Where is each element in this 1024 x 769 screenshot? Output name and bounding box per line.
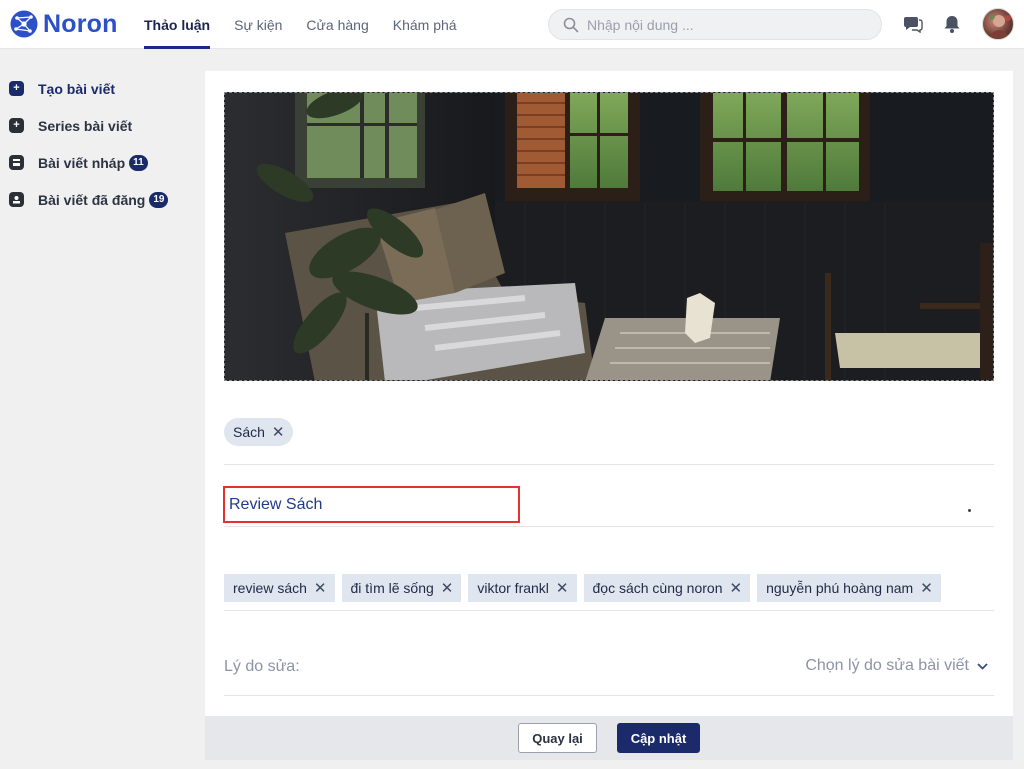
edit-reason-label: Lý do sửa: bbox=[224, 658, 300, 675]
chip-label: nguyễn phú hoàng nam bbox=[766, 580, 914, 596]
logo-text: Noron bbox=[43, 9, 118, 38]
divider bbox=[224, 464, 994, 465]
chip-label: review sách bbox=[233, 580, 307, 596]
sidebar-item-published[interactable]: Bài viết đã đăng 19 bbox=[0, 181, 200, 218]
title-text: Review Sách bbox=[229, 495, 323, 513]
title-input[interactable]: Review Sách bbox=[223, 486, 520, 523]
cover-image[interactable] bbox=[224, 92, 994, 381]
published-count-badge: 19 bbox=[149, 191, 169, 208]
category-chip: Sách ✕ bbox=[224, 418, 293, 446]
edit-reason-placeholder: Chọn lý do sửa bài viết bbox=[805, 657, 969, 674]
logo[interactable]: Noron bbox=[9, 8, 118, 40]
chip-label: Sách bbox=[233, 424, 265, 440]
close-icon[interactable]: ✕ bbox=[441, 581, 454, 596]
tag-chip: nguyễn phú hoàng nam ✕ bbox=[757, 574, 941, 602]
chip-label: đọc sách cùng noron bbox=[592, 580, 723, 596]
close-icon[interactable]: ✕ bbox=[272, 425, 285, 440]
search-bar[interactable] bbox=[548, 9, 882, 40]
post-editor: Sách ✕ Review Sách review sách ✕ đi tìm … bbox=[205, 71, 1013, 716]
sidebar-item-label: Series bài viết bbox=[38, 117, 133, 134]
sidebar: + Tạo bài viết + Series bài viết Bài viế… bbox=[0, 70, 200, 218]
sidebar-item-drafts[interactable]: Bài viết nháp 11 bbox=[0, 144, 200, 181]
chevron-down-icon bbox=[977, 659, 988, 673]
dot-marker bbox=[968, 509, 971, 512]
chat-icon[interactable] bbox=[902, 13, 924, 35]
bell-icon[interactable] bbox=[941, 13, 963, 35]
sidebar-item-series[interactable]: + Series bài viết bbox=[0, 107, 200, 144]
noron-logo-icon bbox=[10, 10, 38, 38]
plus-icon: + bbox=[9, 81, 24, 96]
close-icon[interactable]: ✕ bbox=[920, 581, 933, 596]
main-nav: Thảo luận Sự kiện Cửa hàng Khám phá bbox=[132, 0, 469, 49]
close-icon[interactable]: ✕ bbox=[314, 581, 327, 596]
nav-cua-hang[interactable]: Cửa hàng bbox=[294, 0, 380, 49]
top-navbar: Noron Thảo luận Sự kiện Cửa hàng Khám ph… bbox=[0, 0, 1024, 49]
close-icon[interactable]: ✕ bbox=[729, 581, 742, 596]
tag-chip: đi tìm lẽ sống ✕ bbox=[341, 574, 462, 602]
close-icon[interactable]: ✕ bbox=[556, 581, 569, 596]
plus-icon: + bbox=[9, 118, 24, 133]
divider bbox=[224, 610, 994, 611]
search-input[interactable] bbox=[587, 16, 857, 33]
nav-thao-luan[interactable]: Thảo luận bbox=[132, 0, 222, 49]
divider bbox=[224, 695, 994, 696]
tag-chip: review sách ✕ bbox=[224, 574, 335, 602]
nav-kham-pha[interactable]: Khám phá bbox=[381, 0, 469, 49]
divider bbox=[224, 526, 994, 527]
tag-chip: đọc sách cùng noron ✕ bbox=[583, 574, 751, 602]
back-button[interactable]: Quay lại bbox=[518, 723, 597, 753]
edit-reason-select[interactable]: Chọn lý do sửa bài viết bbox=[805, 657, 988, 675]
search-icon bbox=[563, 17, 579, 32]
action-bar: Quay lại Cập nhật bbox=[205, 716, 1013, 760]
chip-label: đi tìm lẽ sống bbox=[350, 580, 434, 596]
sidebar-item-label: Bài viết nháp bbox=[38, 154, 126, 171]
published-icon bbox=[9, 192, 24, 207]
avatar[interactable] bbox=[982, 8, 1014, 40]
sidebar-item-create-post[interactable]: + Tạo bài viết bbox=[0, 70, 200, 107]
chip-label: viktor frankl bbox=[477, 580, 549, 596]
tag-chip: viktor frankl ✕ bbox=[468, 574, 577, 602]
draft-icon bbox=[9, 155, 24, 170]
category-chips: Sách ✕ bbox=[224, 418, 300, 446]
tag-list: review sách ✕ đi tìm lẽ sống ✕ viktor fr… bbox=[224, 574, 948, 602]
sidebar-item-label: Tạo bài viết bbox=[38, 80, 116, 97]
update-button[interactable]: Cập nhật bbox=[617, 723, 700, 753]
sidebar-item-label: Bài viết đã đăng bbox=[38, 191, 146, 208]
nav-su-kien[interactable]: Sự kiện bbox=[222, 0, 294, 49]
drafts-count-badge: 11 bbox=[129, 154, 148, 171]
cover-photo bbox=[225, 93, 993, 380]
